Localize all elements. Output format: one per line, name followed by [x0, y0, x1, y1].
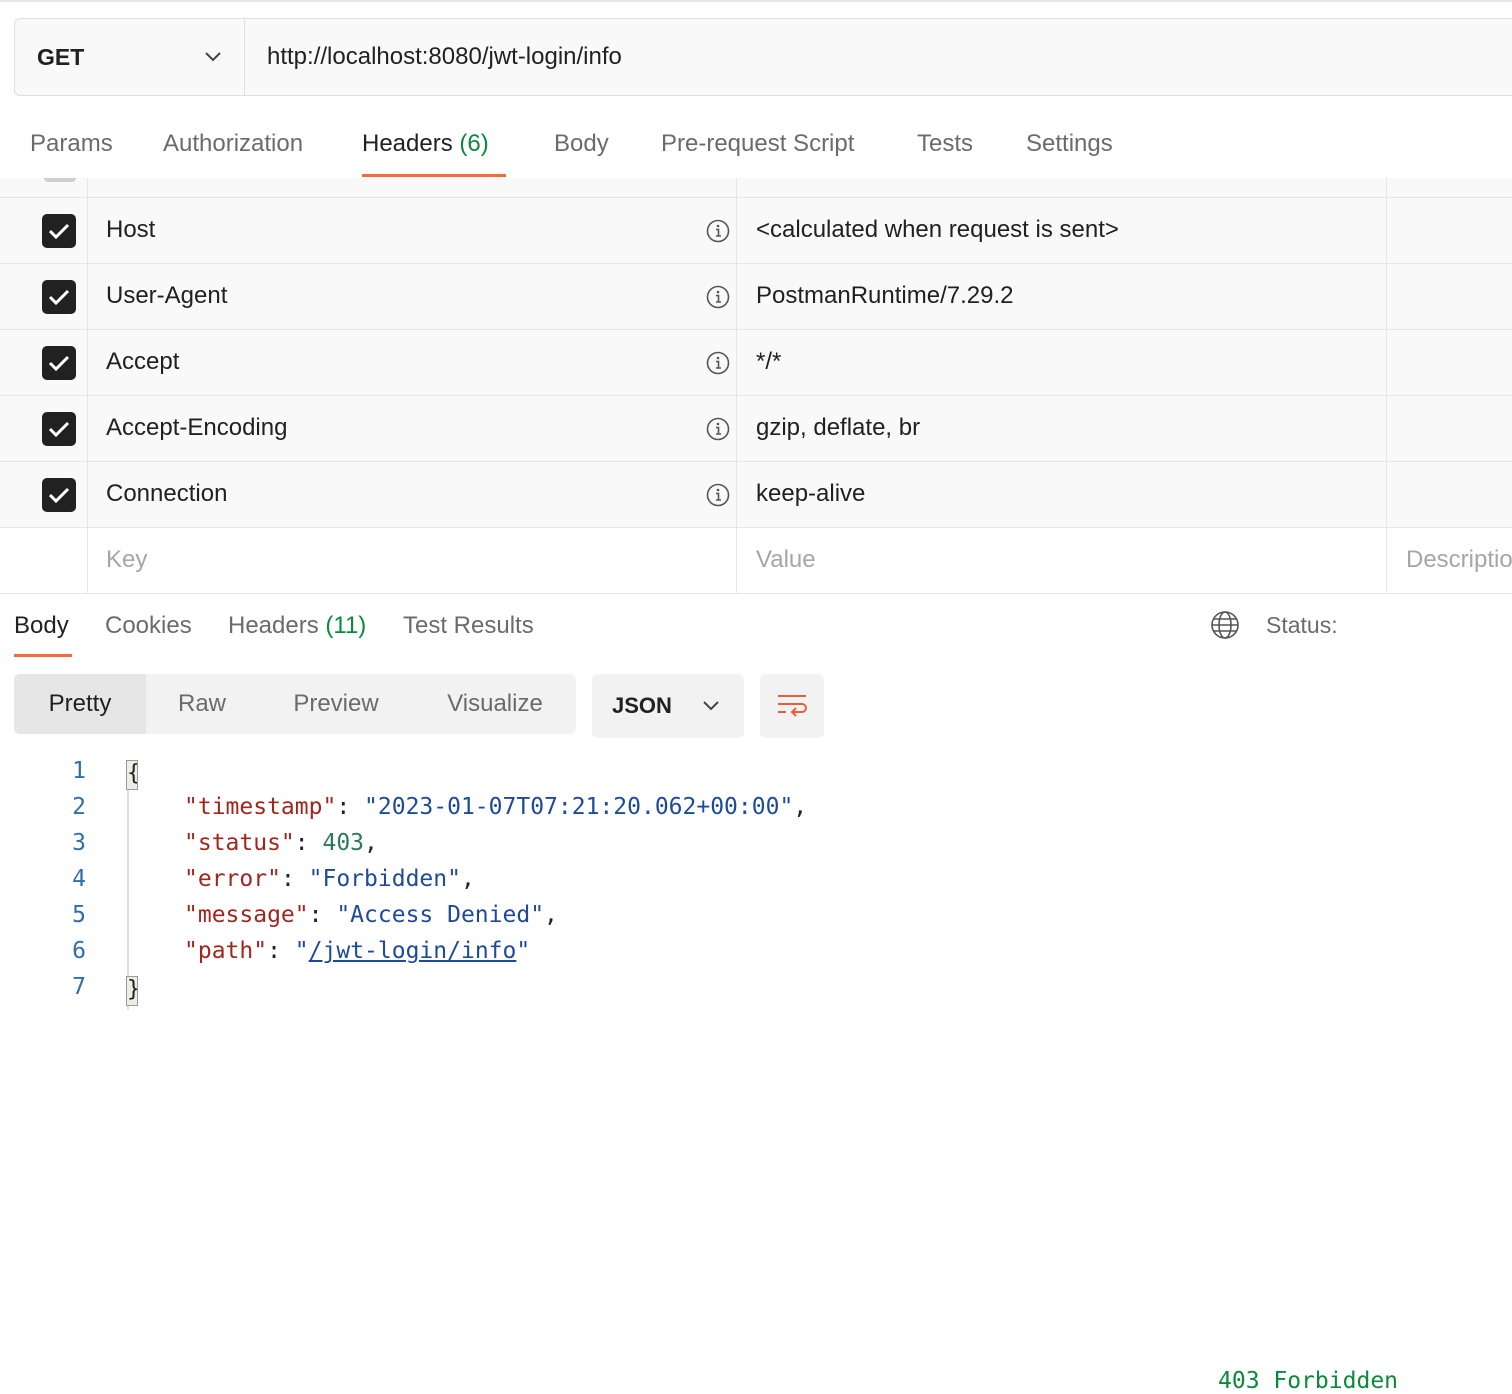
- table-row-partial: [0, 178, 1512, 198]
- header-value: <calculated when request is sent>: [756, 216, 1119, 243]
- json-key: "error": [184, 866, 281, 892]
- request-url-bar: GET http://localhost:8080/jwt-login/info: [14, 18, 1512, 96]
- line-number: 3: [72, 830, 86, 856]
- table-row: Host <calculated when request is sent>: [0, 198, 1512, 264]
- info-icon[interactable]: [706, 219, 730, 243]
- wrap-lines-icon: [778, 695, 807, 717]
- json-key: "path": [184, 938, 268, 964]
- info-icon[interactable]: [706, 417, 730, 441]
- header-key: User-Agent: [106, 282, 228, 309]
- code-line: 4 "error": "Forbidden",: [0, 866, 1000, 902]
- tab-settings[interactable]: Settings: [1026, 130, 1113, 158]
- table-row: Accept-Encoding gzip, deflate, br: [0, 396, 1512, 462]
- table-row: Connection keep-alive: [0, 462, 1512, 528]
- wrap-lines-button[interactable]: [760, 674, 824, 738]
- response-headers-count: (11): [325, 612, 367, 639]
- row-checkbox[interactable]: [42, 478, 76, 512]
- format-label: JSON: [612, 693, 672, 718]
- key-input[interactable]: Key: [106, 546, 147, 574]
- view-pretty-button[interactable]: Pretty: [14, 674, 146, 734]
- info-icon[interactable]: [706, 483, 730, 507]
- active-tab-indicator: [362, 174, 506, 177]
- header-key: Host: [106, 216, 156, 243]
- status-badge: 403 Forbidden: [1218, 1368, 1399, 1394]
- tab-body[interactable]: Body: [554, 130, 609, 158]
- tab-tests[interactable]: Tests: [917, 130, 973, 158]
- description-input[interactable]: Descriptio: [1406, 546, 1512, 574]
- json-string: "2023-01-07T07:21:20.062+00:00": [364, 794, 794, 820]
- tab-params[interactable]: Params: [30, 130, 113, 158]
- table-row: Accept */*: [0, 330, 1512, 396]
- value-input[interactable]: Value: [756, 546, 816, 574]
- code-line: 3 "status": 403,: [0, 830, 1000, 866]
- line-number: 1: [72, 758, 86, 784]
- active-response-tab-indicator: [14, 654, 72, 657]
- header-key: Connection: [106, 480, 228, 507]
- header-value: keep-alive: [756, 480, 866, 507]
- open-brace: {: [126, 760, 138, 790]
- row-checkbox[interactable]: [42, 412, 76, 446]
- json-key: "timestamp": [184, 794, 337, 820]
- code-line: 5 "message": "Access Denied",: [0, 902, 1000, 938]
- url-input[interactable]: http://localhost:8080/jwt-login/info: [245, 43, 622, 71]
- code-line: 1 {: [0, 758, 1000, 794]
- line-number: 4: [72, 866, 86, 892]
- response-tab-test-results[interactable]: Test Results: [403, 612, 534, 640]
- view-visualize-button[interactable]: Visualize: [414, 674, 576, 734]
- response-status: Status: 403 Forbidden: [1210, 610, 1398, 1394]
- top-divider: [0, 0, 1512, 2]
- line-number: 6: [72, 938, 86, 964]
- header-value: */*: [756, 348, 782, 375]
- tab-headers[interactable]: Headers (6): [362, 130, 489, 158]
- table-row: User-Agent PostmanRuntime/7.29.2: [0, 264, 1512, 330]
- header-value: gzip, deflate, br: [756, 414, 921, 441]
- line-number: 7: [72, 974, 86, 1000]
- response-tab-body[interactable]: Body: [14, 612, 69, 640]
- header-value: PostmanRuntime/7.29.2: [756, 282, 1014, 309]
- view-raw-button[interactable]: Raw: [146, 674, 258, 734]
- code-line: 7 }: [0, 974, 1000, 1010]
- tab-pre-request-script[interactable]: Pre-request Script: [661, 130, 854, 158]
- row-checkbox[interactable]: [42, 214, 76, 248]
- view-mode-group: Pretty Raw Preview Visualize: [14, 674, 576, 734]
- info-icon[interactable]: [706, 351, 730, 375]
- checkmark-icon: [48, 487, 70, 504]
- json-path-link[interactable]: /jwt-login/info: [309, 938, 517, 964]
- globe-icon[interactable]: [1210, 610, 1240, 640]
- line-number: 5: [72, 902, 86, 928]
- code-line: 6 "path": "/jwt-login/info": [0, 938, 1000, 974]
- chevron-down-icon: [703, 701, 719, 711]
- info-icon[interactable]: [706, 285, 730, 309]
- row-checkbox[interactable]: [42, 346, 76, 380]
- response-tabs: Body Cookies Headers (11) Test Results S…: [0, 600, 1512, 1394]
- checkmark-icon: [48, 355, 70, 372]
- line-number: 2: [72, 794, 86, 820]
- json-string: "Forbidden": [308, 866, 461, 892]
- json-key: "message": [184, 902, 309, 928]
- method-select[interactable]: GET: [15, 19, 245, 95]
- headers-count: (6): [459, 130, 489, 157]
- checkmark-icon: [48, 223, 70, 240]
- header-key: Accept: [106, 348, 180, 375]
- checkmark-icon: [48, 421, 70, 438]
- checkmark-icon: [48, 289, 70, 306]
- request-tabs: Params Authorization Headers (6) Body Pr…: [0, 112, 1512, 178]
- view-preview-button[interactable]: Preview: [258, 674, 414, 734]
- row-checkbox[interactable]: [42, 280, 76, 314]
- json-number: 403: [322, 830, 365, 856]
- header-key: Accept-Encoding: [106, 414, 288, 441]
- status-label: Status:: [1266, 611, 1338, 638]
- format-select[interactable]: JSON: [592, 674, 744, 738]
- json-key: "status": [184, 830, 295, 856]
- table-row-new: Key Value Descriptio: [0, 528, 1512, 594]
- response-tab-headers[interactable]: Headers (11): [228, 612, 366, 640]
- method-label: GET: [37, 43, 85, 70]
- json-string: "Access Denied": [336, 902, 545, 928]
- close-brace: }: [126, 976, 138, 1006]
- tab-authorization[interactable]: Authorization: [163, 130, 303, 158]
- response-tab-cookies[interactable]: Cookies: [105, 612, 192, 640]
- chevron-down-icon: [205, 52, 221, 62]
- code-line: 2 "timestamp": "2023-01-07T07:21:20.062+…: [0, 794, 1000, 830]
